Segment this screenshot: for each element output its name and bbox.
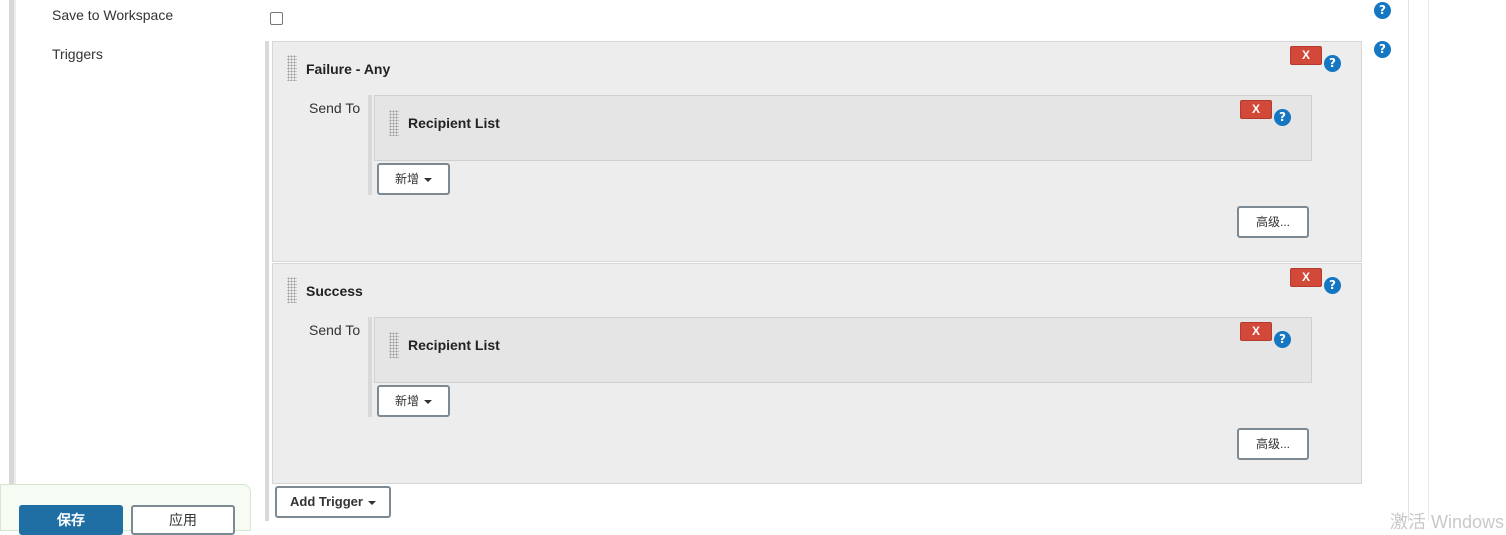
help-icon[interactable]: ? (1274, 331, 1291, 348)
delete-recipient-button[interactable]: X (1240, 322, 1272, 341)
delete-trigger-button[interactable]: X (1290, 268, 1322, 287)
help-icon[interactable]: ? (1374, 2, 1391, 19)
delete-trigger-button[interactable]: X (1290, 46, 1322, 65)
right-divider-outer (1428, 0, 1429, 521)
add-trigger-dropdown[interactable]: Add Trigger (275, 486, 391, 518)
save-button[interactable]: 保存 (19, 505, 123, 535)
delete-recipient-button[interactable]: X (1240, 100, 1272, 119)
help-icon[interactable]: ? (1324, 277, 1341, 294)
recipient-list-title: Recipient List (408, 115, 500, 131)
triggers-label: Triggers (52, 46, 103, 62)
apply-button[interactable]: 应用 (131, 505, 235, 535)
add-trigger-label: Add Trigger (290, 494, 363, 509)
right-divider (1408, 0, 1409, 521)
drag-handle-icon[interactable] (389, 332, 399, 358)
left-border-inner (14, 0, 16, 521)
send-to-label: Send To (309, 100, 361, 116)
send-to-rail (368, 317, 372, 417)
recipient-list-panel (374, 95, 1312, 161)
drag-handle-icon[interactable] (287, 55, 297, 81)
send-to-rail (368, 95, 372, 195)
add-send-to-dropdown[interactable]: 新增 (377, 385, 450, 417)
advanced-button[interactable]: 高级... (1237, 206, 1309, 238)
activation-watermark: 激活 Windows (1390, 512, 1505, 532)
add-label: 新增 (394, 394, 419, 408)
send-to-label: Send To (309, 322, 361, 338)
help-icon[interactable]: ? (1274, 109, 1291, 126)
help-icon[interactable]: ? (1324, 55, 1341, 72)
help-icon[interactable]: ? (1374, 41, 1391, 58)
recipient-list-panel (374, 317, 1312, 383)
save-to-workspace-checkbox[interactable] (270, 12, 283, 25)
save-to-workspace-label: Save to Workspace (52, 7, 174, 23)
trigger-title: Failure - Any (306, 61, 391, 77)
caret-down-icon (367, 500, 376, 505)
caret-down-icon (424, 177, 432, 182)
advanced-button[interactable]: 高级... (1237, 428, 1309, 460)
add-send-to-dropdown[interactable]: 新增 (377, 163, 450, 195)
triggers-rail (265, 41, 269, 521)
drag-handle-icon[interactable] (287, 277, 297, 303)
recipient-list-title: Recipient List (408, 337, 500, 353)
trigger-title: Success (306, 283, 363, 299)
caret-down-icon (424, 399, 432, 404)
drag-handle-icon[interactable] (389, 110, 399, 136)
add-label: 新增 (394, 172, 419, 186)
